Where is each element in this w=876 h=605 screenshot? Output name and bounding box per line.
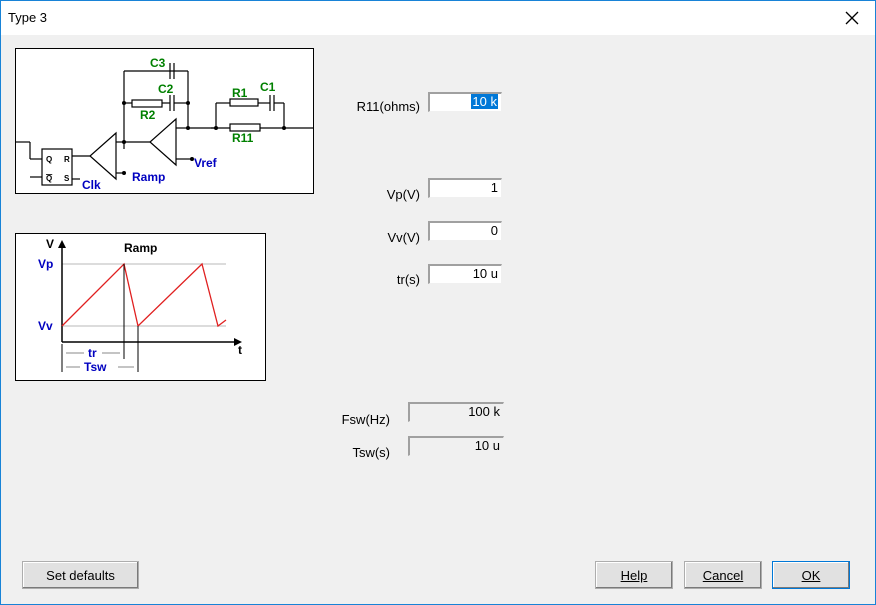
v-axis-label: V: [46, 237, 54, 251]
ramp-label: Ramp: [132, 170, 165, 184]
cancel-label: Cancel: [702, 567, 744, 583]
vref-label: Vref: [194, 156, 218, 170]
set-defaults-label: Set defaults: [46, 567, 115, 583]
r11-label: R11: [232, 131, 254, 145]
vp-field-label: Vp(V): [386, 187, 420, 202]
close-button[interactable]: [829, 1, 875, 35]
c2-label: C2: [158, 82, 174, 96]
tr-input[interactable]: 10 u: [428, 264, 502, 284]
fsw-field-label: Fsw(Hz): [341, 412, 390, 427]
schematic-panel: C3 C2 R2 R1 C1 R11 Vref Ramp Clk Q R Q S: [15, 48, 314, 194]
c1-label: C1: [260, 80, 276, 94]
ramp-title: Ramp: [124, 241, 157, 255]
compensator-schematic: C3 C2 R2 R1 C1 R11 Vref Ramp Clk Q R Q S: [16, 56, 313, 192]
r11-input[interactable]: 10 k: [428, 92, 502, 112]
tsw-readonly-field: 10 u: [408, 436, 504, 456]
cancel-button[interactable]: Cancel: [684, 561, 762, 589]
ff-q-label: Q: [46, 155, 52, 164]
vp-input[interactable]: 1: [428, 178, 502, 198]
ff-qbar-label: Q: [46, 174, 52, 183]
title-bar: Type 3: [1, 1, 875, 35]
help-label: Help: [620, 567, 648, 583]
r1-label: R1: [232, 86, 248, 100]
ok-label: OK: [801, 567, 821, 583]
r11-field-label: R11(ohms): [356, 99, 420, 114]
t-axis-label: t: [238, 343, 242, 357]
r11-value: 10 k: [471, 94, 498, 109]
vv-input[interactable]: 0: [428, 221, 502, 241]
window-title: Type 3: [8, 10, 48, 25]
tr-label: tr: [88, 346, 97, 360]
vp-axis-label: Vp: [38, 257, 53, 271]
ff-s-label: S: [64, 174, 70, 183]
c3-label: C3: [150, 56, 166, 70]
help-button[interactable]: Help: [595, 561, 673, 589]
fsw-readonly-field: 100 k: [408, 402, 504, 422]
ramp-diagram-panel: Ramp V t Vp Vv tr Tsw: [15, 233, 266, 381]
tr-field-label: tr(s): [396, 272, 420, 287]
tsw-label: Tsw: [84, 360, 107, 374]
tsw-field-label: Tsw(s): [352, 445, 390, 460]
vv-field-label: Vv(V): [387, 230, 421, 245]
close-icon: [845, 11, 859, 25]
vv-axis-label: Vv: [38, 319, 53, 333]
set-defaults-button[interactable]: Set defaults: [22, 561, 139, 589]
ff-r-label: R: [64, 155, 70, 164]
ramp-waveform: Ramp V t Vp Vv tr Tsw: [38, 237, 242, 374]
clk-label: Clk: [82, 178, 101, 192]
ok-button[interactable]: OK: [772, 561, 850, 589]
r2-label: R2: [140, 108, 156, 122]
